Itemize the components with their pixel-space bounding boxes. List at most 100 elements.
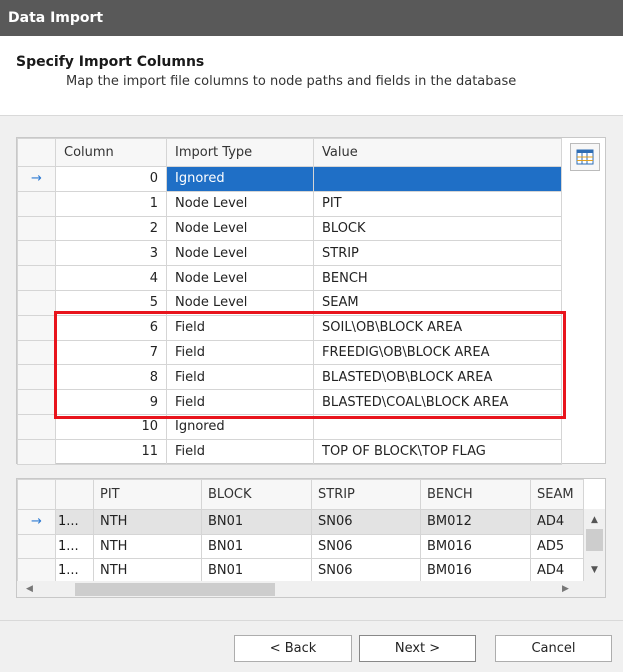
preview-row[interactable]: 1... NTH BN01 SN06 BM016 AD4 <box>17 558 584 584</box>
column-index-cell[interactable]: 1 <box>55 190 167 217</box>
column-index-cell[interactable]: 7 <box>55 339 167 366</box>
import-preview-grid[interactable]: PIT BLOCK STRIP BENCH SEAM → 1... NTH BN01 S… <box>16 478 606 598</box>
row-indicator[interactable] <box>17 364 56 391</box>
column-index-cell[interactable]: 0 <box>55 166 167 192</box>
preview-cell-pit[interactable]: NTH <box>93 509 202 535</box>
import-type-cell[interactable]: Node Level <box>166 265 314 291</box>
column-index-cell[interactable]: 5 <box>55 289 167 316</box>
row-number-cell[interactable]: 1... <box>55 533 94 559</box>
current-row-arrow-icon[interactable]: → <box>17 166 56 192</box>
preview-cell-seam[interactable]: AD4 <box>530 509 584 535</box>
import-type-cell[interactable]: Node Level <box>166 240 314 267</box>
vertical-scroll-thumb[interactable] <box>586 529 603 551</box>
row-indicator[interactable] <box>17 558 56 584</box>
import-type-cell[interactable]: Field <box>166 364 314 391</box>
preview-cell-bench[interactable]: BM016 <box>420 533 531 559</box>
column-index-cell[interactable]: 3 <box>55 240 167 267</box>
preview-row[interactable]: → 1... NTH BN01 SN06 BM012 AD4 <box>17 509 584 535</box>
mapping-row[interactable]: 3 Node Level STRIP <box>17 240 562 267</box>
value-cell[interactable]: BLOCK <box>313 215 562 242</box>
import-type-cell[interactable]: Node Level <box>166 289 314 316</box>
import-type-cell[interactable]: Node Level <box>166 190 314 217</box>
column-index-cell[interactable]: 2 <box>55 215 167 242</box>
mapping-row[interactable]: 7 Field FREEDIG\OB\BLOCK AREA <box>17 339 562 366</box>
row-indicator[interactable] <box>17 240 56 267</box>
mapping-row[interactable]: 6 Field SOIL\OB\BLOCK AREA <box>17 314 562 341</box>
row-indicator[interactable] <box>17 265 56 291</box>
row-number-cell[interactable]: 1... <box>55 558 94 584</box>
column-header-value[interactable]: Value <box>313 138 562 167</box>
row-indicator[interactable] <box>17 533 56 559</box>
preview-cell-strip[interactable]: SN06 <box>311 509 421 535</box>
import-type-cell[interactable]: Field <box>166 438 314 465</box>
row-indicator[interactable] <box>17 215 56 242</box>
preview-cell-block[interactable]: BN01 <box>201 558 312 584</box>
preview-cell-pit[interactable]: NTH <box>93 558 202 584</box>
mapping-row[interactable]: 8 Field BLASTED\OB\BLOCK AREA <box>17 364 562 391</box>
scroll-left-icon[interactable]: ◀ <box>21 581 38 597</box>
mapping-row[interactable]: 1 Node Level PIT <box>17 190 562 217</box>
column-mapping-grid[interactable]: Column Import Type Value → 0 Ignored 1 Node … <box>16 137 606 465</box>
column-index-cell[interactable]: 11 <box>55 438 167 465</box>
preview-vertical-scrollbar[interactable]: ▲ ▼ <box>584 509 605 581</box>
value-cell[interactable]: BENCH <box>313 265 562 291</box>
row-indicator[interactable] <box>17 413 56 440</box>
value-cell[interactable]: FREEDIG\OB\BLOCK AREA <box>313 339 562 366</box>
row-indicator[interactable] <box>17 289 56 316</box>
preview-header-seam[interactable]: SEAM <box>530 479 584 510</box>
preview-cell-block[interactable]: BN01 <box>201 509 312 535</box>
value-cell[interactable]: TOP OF BLOCK\TOP FLAG <box>313 438 562 465</box>
value-cell[interactable]: BLASTED\OB\BLOCK AREA <box>313 364 562 391</box>
preview-cell-bench[interactable]: BM016 <box>420 558 531 584</box>
scroll-up-icon[interactable]: ▲ <box>584 511 605 529</box>
import-type-cell[interactable]: Node Level <box>166 215 314 242</box>
column-index-cell[interactable]: 9 <box>55 389 167 415</box>
mapping-row[interactable]: 9 Field BLASTED\COAL\BLOCK AREA <box>17 389 562 415</box>
mapping-row[interactable]: 5 Node Level SEAM <box>17 289 562 316</box>
preview-cell-seam[interactable]: AD4 <box>530 558 584 584</box>
mapping-row[interactable]: 2 Node Level BLOCK <box>17 215 562 242</box>
value-cell[interactable]: BLASTED\COAL\BLOCK AREA <box>313 389 562 415</box>
row-indicator[interactable] <box>17 314 56 341</box>
mapping-row[interactable]: 10 Ignored <box>17 413 562 440</box>
preview-cell-strip[interactable]: SN06 <box>311 558 421 584</box>
preview-cell-pit[interactable]: NTH <box>93 533 202 559</box>
preview-header-block[interactable]: BLOCK <box>201 479 312 510</box>
scroll-down-icon[interactable]: ▼ <box>584 561 605 579</box>
preview-cell-bench[interactable]: BM012 <box>420 509 531 535</box>
value-cell[interactable] <box>313 166 562 192</box>
import-type-cell[interactable]: Field <box>166 339 314 366</box>
column-index-cell[interactable]: 8 <box>55 364 167 391</box>
import-type-cell[interactable]: Ignored <box>166 166 314 192</box>
scroll-right-icon[interactable]: ▶ <box>557 581 574 597</box>
preview-cell-block[interactable]: BN01 <box>201 533 312 559</box>
preview-horizontal-scrollbar[interactable]: ◀ ▶ <box>17 581 605 597</box>
row-number-cell[interactable]: 1... <box>55 509 94 535</box>
column-index-cell[interactable]: 10 <box>55 413 167 440</box>
row-indicator[interactable] <box>17 438 56 465</box>
mapping-row[interactable]: → 0 Ignored <box>17 166 562 192</box>
import-type-cell[interactable]: Ignored <box>166 413 314 440</box>
back-button[interactable]: < Back <box>234 635 352 662</box>
column-header-column[interactable]: Column <box>55 138 167 167</box>
mapping-row[interactable]: 4 Node Level BENCH <box>17 265 562 291</box>
mapping-row[interactable]: 11 Field TOP OF BLOCK\TOP FLAG <box>17 438 562 465</box>
preview-cell-seam[interactable]: AD5 <box>530 533 584 559</box>
cancel-button[interactable]: Cancel <box>495 635 612 662</box>
preview-row[interactable]: 1... NTH BN01 SN06 BM016 AD5 <box>17 533 584 559</box>
row-indicator[interactable] <box>17 389 56 415</box>
preview-header-pit[interactable]: PIT <box>93 479 202 510</box>
horizontal-scroll-thumb[interactable] <box>75 583 275 596</box>
preview-header-bench[interactable]: BENCH <box>420 479 531 510</box>
column-index-cell[interactable]: 6 <box>55 314 167 341</box>
preview-header-strip[interactable]: STRIP <box>311 479 421 510</box>
value-cell[interactable]: STRIP <box>313 240 562 267</box>
column-chooser-button[interactable] <box>570 143 600 171</box>
import-type-cell[interactable]: Field <box>166 389 314 415</box>
value-cell[interactable] <box>313 413 562 440</box>
next-button[interactable]: Next > <box>359 635 476 662</box>
import-type-cell[interactable]: Field <box>166 314 314 341</box>
column-index-cell[interactable]: 4 <box>55 265 167 291</box>
value-cell[interactable]: PIT <box>313 190 562 217</box>
preview-cell-strip[interactable]: SN06 <box>311 533 421 559</box>
